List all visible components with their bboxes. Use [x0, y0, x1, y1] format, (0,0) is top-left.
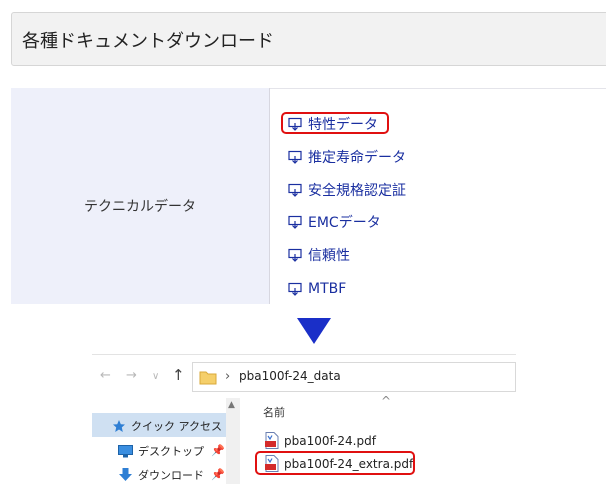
sidebar-item-label: クイック アクセス: [131, 420, 222, 433]
address-bar[interactable]: › pba100f-24_data: [192, 362, 516, 392]
sort-caret-icon: ^: [381, 394, 392, 408]
download-icon: [288, 282, 302, 296]
explorer-top-border: [92, 354, 516, 355]
desktop-icon: [118, 444, 133, 457]
highlight-box-link: [281, 112, 389, 134]
sidebar-item-download[interactable]: ダウンロード: [118, 467, 204, 483]
download-link-label: EMCデータ: [308, 215, 381, 231]
sidebar-item-label: ダウンロード: [138, 469, 204, 482]
back-arrow-icon[interactable]: ←: [100, 368, 111, 383]
page-title: 各種ドキュメントダウンロード: [22, 31, 274, 52]
highlight-box-file: [255, 451, 415, 475]
up-arrow-icon[interactable]: ↑: [172, 366, 185, 384]
sidebar-item-label: デスクトップ: [138, 445, 204, 458]
download-link-mtbf[interactable]: MTBF: [288, 279, 346, 299]
column-header-name[interactable]: 名前: [263, 404, 285, 420]
download-link-label: MTBF: [308, 281, 347, 297]
star-icon: [113, 420, 125, 432]
download-arrow-icon: [119, 468, 132, 481]
download-link-label: 推定寿命データ: [308, 150, 406, 166]
category-label: テクニカルデータ: [84, 199, 196, 215]
folder-icon: [199, 371, 217, 385]
sidebar-scrollbar[interactable]: [226, 398, 240, 484]
download-link-label: 信頼性: [308, 248, 350, 264]
pdf-file-icon: [265, 432, 279, 449]
download-icon: [288, 150, 302, 164]
section-header: 各種ドキュメントダウンロード: [11, 12, 606, 66]
table-divider: [269, 88, 270, 304]
download-link-reliability[interactable]: 信頼性: [288, 245, 350, 265]
pin-icon[interactable]: 📌: [211, 444, 225, 457]
download-icon: [288, 248, 302, 262]
download-link-emc[interactable]: EMCデータ: [288, 212, 381, 232]
download-link-label: 安全規格認定証: [308, 183, 406, 199]
sidebar-item-desktop[interactable]: デスクトップ: [118, 443, 204, 459]
breadcrumb-separator-icon: ›: [225, 369, 231, 384]
file-name: pba100f-24.pdf: [284, 433, 376, 448]
scroll-up-icon[interactable]: ▲: [228, 400, 235, 410]
recent-chevron-icon[interactable]: ∨: [152, 371, 159, 382]
sidebar-item-quick-access[interactable]: クイック アクセス: [112, 418, 222, 434]
download-link-estimated-life[interactable]: 推定寿命データ: [288, 147, 406, 167]
arrow-down-icon: [297, 318, 331, 344]
file-item-pba100f-24[interactable]: pba100f-24.pdf: [264, 432, 376, 449]
download-icon: [288, 215, 302, 229]
download-icon: [288, 183, 302, 197]
address-folder-name: pba100f-24_data: [239, 369, 341, 383]
forward-arrow-icon[interactable]: →: [126, 368, 137, 383]
pin-icon[interactable]: 📌: [211, 468, 225, 481]
category-cell: テクニカルデータ: [11, 88, 269, 304]
download-link-safety-certificate[interactable]: 安全規格認定証: [288, 180, 406, 200]
